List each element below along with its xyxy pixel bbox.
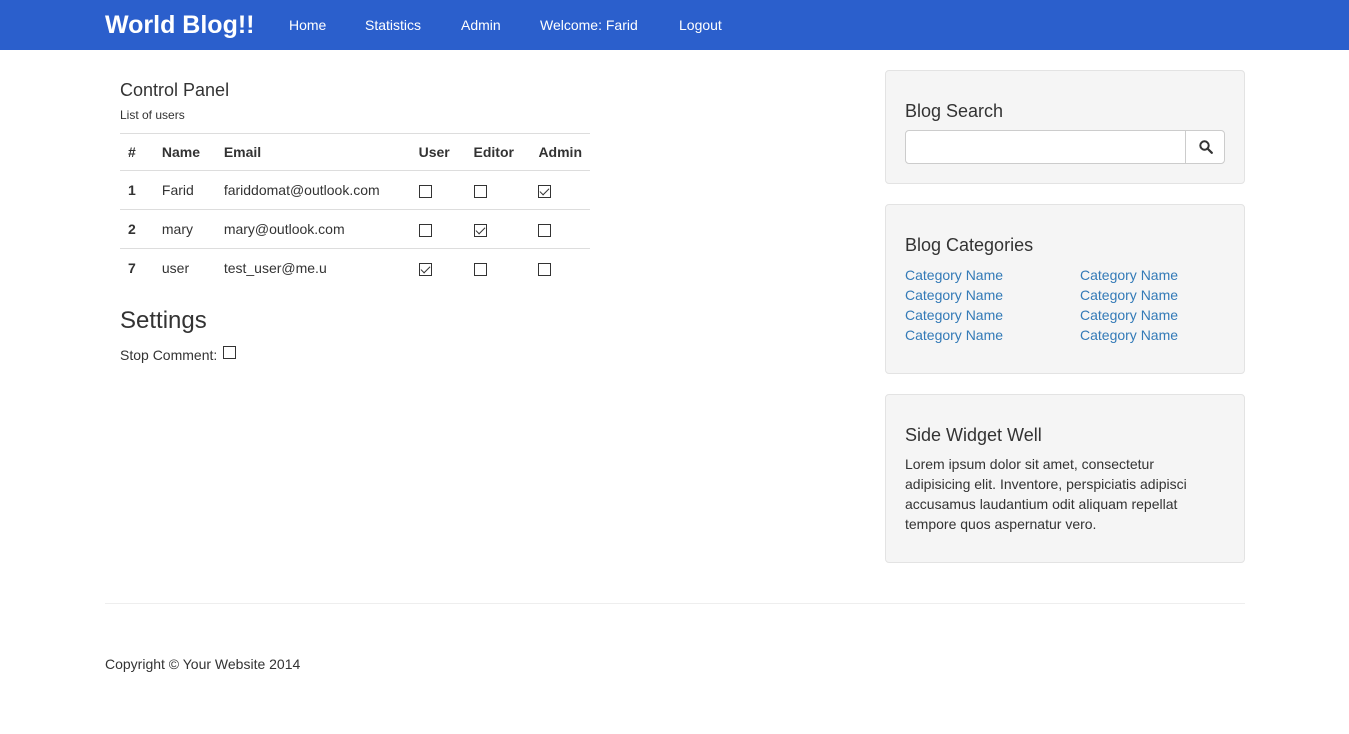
user-role-cell [410,209,466,249]
search-icon [1199,140,1213,154]
blog-categories-well: Blog Categories Category Name Category N… [885,204,1245,374]
header-user: User [410,133,466,171]
copyright-text: Copyright © Your Website 2014 [105,656,301,672]
header-email: Email [215,133,411,171]
category-link[interactable]: Category Name [1080,327,1178,343]
header-id: # [120,133,154,171]
editor-role-cell [466,249,531,288]
category-link[interactable]: Category Name [1080,287,1178,303]
admin-role-checkbox[interactable] [538,263,552,277]
blog-search-well: Blog Search [885,70,1245,184]
search-input[interactable] [906,131,1186,163]
table-row: 7 user test_user@me.u [120,249,590,288]
footer-divider [105,603,1245,604]
nav-logout[interactable]: Logout [679,17,722,33]
user-email: fariddomat@outlook.com [215,170,411,210]
users-table: # Name Email User Editor Admin 1 Farid f… [120,133,590,288]
user-id: 1 [120,170,154,210]
search-button[interactable] [1185,131,1224,163]
search-group [905,130,1225,164]
control-panel-title: Control Panel [120,80,230,100]
nav-admin[interactable]: Admin [461,17,501,33]
category-link[interactable]: Category Name [905,287,1003,303]
admin-role-cell [530,209,590,249]
stop-comment-row: Stop Comment: [120,346,237,363]
user-email: test_user@me.u [223,260,327,277]
side-widget-title: Side Widget Well [905,425,1042,445]
user-role-checkbox[interactable] [418,223,432,237]
side-widget-text: Lorem ipsum dolor sit amet, consectetur … [905,456,1187,532]
top-navbar: World Blog!! Home Statistics Admin Welco… [0,0,1349,50]
admin-role-checkbox[interactable] [538,223,552,237]
admin-role-cell [530,170,590,210]
table-header-row: # Name Email User Editor Admin [120,133,590,171]
editor-role-cell [465,209,531,249]
blog-search-title: Blog Search [905,101,1004,121]
admin-role-checkbox[interactable] [538,184,552,198]
user-role-checkbox[interactable] [418,184,432,198]
category-link[interactable]: Category Name [1080,267,1178,283]
category-link[interactable]: Category Name [905,307,1003,323]
header-admin: Admin [530,133,590,171]
table-row: 1 Farid fariddomat@outlook.com [120,170,590,210]
user-id: 7 [128,260,136,277]
user-role-cell [411,249,466,288]
side-widget-well: Side Widget Well Lorem ipsum dolor sit a… [885,394,1245,563]
blog-categories-title: Blog Categories [905,235,1034,255]
table-row: 2 mary mary@outlook.com [120,209,590,249]
editor-role-checkbox[interactable] [473,263,487,277]
nav-statistics[interactable]: Statistics [365,17,421,33]
stop-comment-checkbox[interactable] [223,346,237,359]
stop-comment-label: Stop Comment: [120,347,218,363]
editor-role-checkbox[interactable] [473,223,487,237]
category-link[interactable]: Category Name [905,267,1003,283]
nav-home[interactable]: Home [289,17,326,33]
users-list-subtitle: List of users [120,108,185,122]
editor-role-cell [465,170,531,210]
admin-role-cell [530,249,590,288]
user-name: Farid [153,170,216,210]
user-email: mary@outlook.com [215,209,411,249]
user-name: mary [153,209,216,249]
header-name: Name [153,133,216,171]
category-link[interactable]: Category Name [1080,307,1178,323]
brand-link[interactable]: World Blog!! [105,10,255,40]
editor-role-checkbox[interactable] [473,184,487,198]
user-id: 2 [120,209,154,249]
user-role-checkbox[interactable] [418,263,432,277]
settings-title: Settings [120,307,207,334]
category-link[interactable]: Category Name [905,327,1003,343]
header-editor: Editor [465,133,531,171]
user-role-cell [410,170,466,210]
nav-welcome-user[interactable]: Welcome: Farid [540,17,638,33]
user-name: user [161,260,190,277]
